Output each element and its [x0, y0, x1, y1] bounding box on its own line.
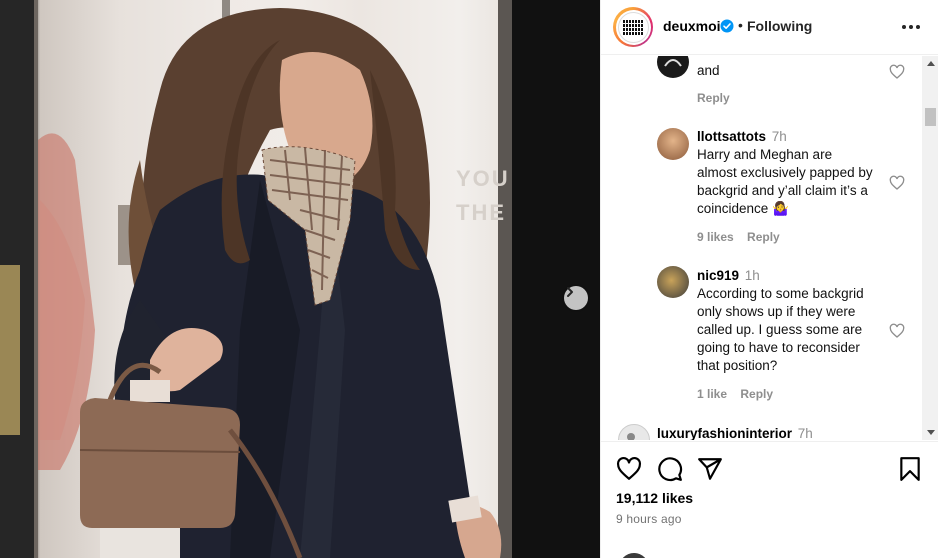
- comment-like-heart-icon[interactable]: [889, 64, 905, 80]
- comments-scrollbar[interactable]: [922, 56, 938, 440]
- next-comment-avatar[interactable]: [619, 553, 649, 558]
- comment-line: called up. I guess some are: [697, 322, 863, 337]
- comment-line: going to have to reconsider: [697, 340, 860, 355]
- bookmark-icon[interactable]: [897, 456, 923, 482]
- comment-username[interactable]: nic919: [697, 268, 739, 283]
- comment-line: only shows up if they were: [697, 304, 856, 319]
- comments-list[interactable]: and Reply llottsattots 7h Harry and Megh…: [601, 56, 922, 440]
- comment-text: and: [697, 63, 720, 78]
- comment-icon[interactable]: [657, 456, 683, 482]
- author-username[interactable]: deuxmoi: [663, 18, 721, 34]
- comment-body: llottsattots 7h Harry and Meghan are alm…: [697, 128, 873, 218]
- author-avatar[interactable]: [613, 7, 653, 47]
- comment-username[interactable]: luxuryfashioninterior: [657, 426, 792, 440]
- likes-count[interactable]: 19,112 likes: [616, 490, 693, 506]
- post-photo[interactable]: YOU THE: [0, 0, 600, 558]
- reply-button[interactable]: Reply: [697, 91, 730, 105]
- comment-line: backgrid and y’all claim it’s a: [697, 183, 868, 198]
- comment-like-heart-icon[interactable]: [889, 175, 905, 191]
- comment-line: coincidence 🤷‍♀️: [697, 201, 789, 216]
- comment-line: almost exclusively papped by: [697, 165, 873, 180]
- comment-likes[interactable]: 9 likes: [697, 230, 734, 244]
- comment-meta: 1 like Reply: [697, 387, 783, 401]
- post-timestamp[interactable]: 9 hours ago: [616, 512, 682, 526]
- chevron-right-icon: [567, 287, 573, 297]
- scroll-up-arrow-icon[interactable]: [922, 56, 938, 70]
- scroll-down-arrow-icon[interactable]: [922, 426, 938, 440]
- comment-username[interactable]: llottsattots: [697, 129, 766, 144]
- comment-line: According to some backgrid: [697, 286, 864, 301]
- comment-time[interactable]: 7h: [798, 426, 813, 440]
- comment-line: that position?: [697, 358, 778, 373]
- reply-button[interactable]: Reply: [747, 230, 780, 244]
- comment-time[interactable]: 7h: [772, 129, 787, 144]
- comment-avatar[interactable]: [657, 128, 689, 160]
- avatar-inner: [615, 9, 651, 45]
- comment-avatar[interactable]: [657, 266, 689, 298]
- comment-meta: Reply: [697, 91, 740, 105]
- more-options-icon[interactable]: [900, 17, 922, 37]
- heart-icon[interactable]: [616, 456, 642, 482]
- comment-body: nic919 1h According to some backgrid onl…: [697, 267, 864, 375]
- photo-illustration: YOU THE: [0, 0, 600, 558]
- post-sidebar: deuxmoi • Following and Reply llottsatto…: [600, 0, 938, 558]
- scrollbar-thumb[interactable]: [925, 108, 936, 126]
- reply-button[interactable]: Reply: [740, 387, 773, 401]
- comment-line: Harry and Meghan are: [697, 147, 833, 162]
- share-icon[interactable]: [697, 456, 723, 482]
- comment-body: luxuryfashioninterior 7h: [657, 425, 813, 440]
- comment-avatar[interactable]: [618, 424, 650, 440]
- following-button[interactable]: Following: [747, 18, 812, 34]
- verified-badge-icon: [720, 19, 734, 33]
- carousel-next-button[interactable]: [564, 286, 588, 310]
- post-actions: 19,112 likes 9 hours ago: [601, 441, 938, 558]
- comment-likes[interactable]: 1 like: [697, 387, 727, 401]
- post-header: deuxmoi • Following: [601, 0, 938, 55]
- avatar-logo: [617, 11, 649, 43]
- header-separator: •: [738, 17, 743, 33]
- window-lettering-1: YOU: [456, 166, 510, 191]
- comment-meta: 9 likes Reply: [697, 230, 790, 244]
- comment-avatar[interactable]: [657, 56, 689, 78]
- window-lettering-2: THE: [456, 200, 506, 225]
- comment-time[interactable]: 1h: [745, 268, 760, 283]
- comment-like-heart-icon[interactable]: [889, 323, 905, 339]
